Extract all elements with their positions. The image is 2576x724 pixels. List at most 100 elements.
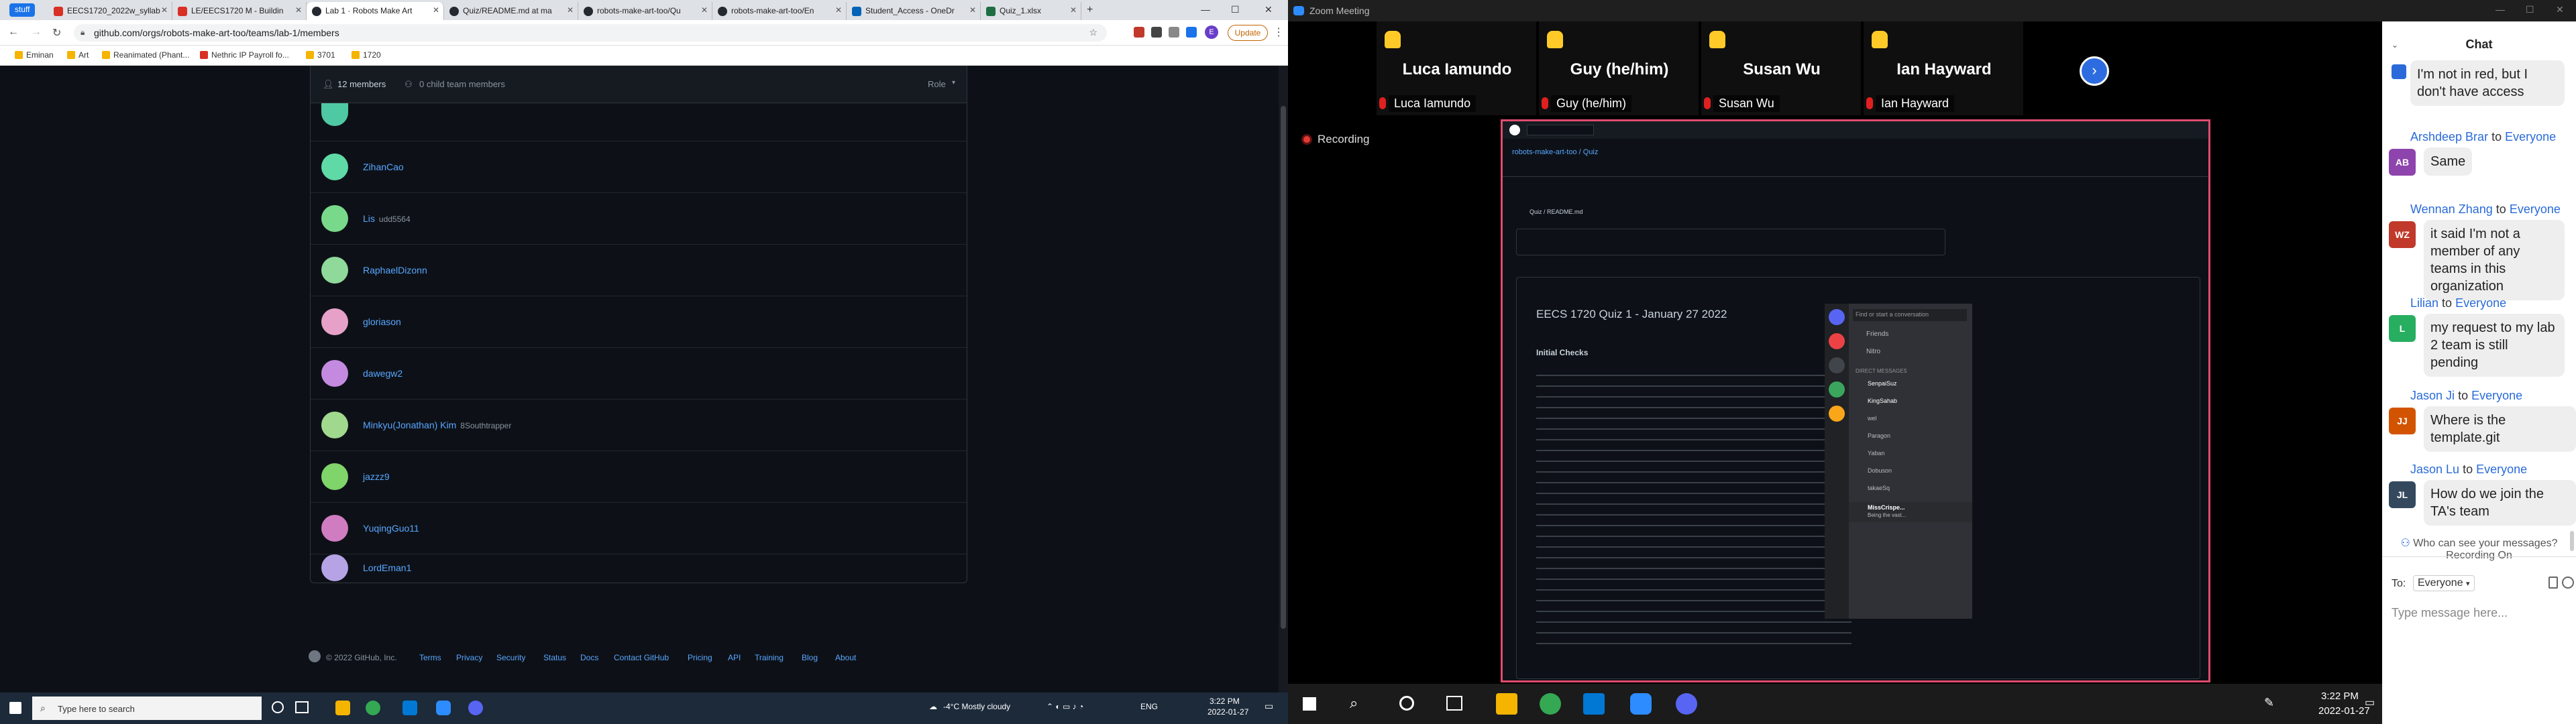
- member-name[interactable]: ZihanCao: [363, 162, 408, 172]
- file-explorer-icon[interactable]: [1496, 693, 1517, 715]
- language-indicator[interactable]: ENG: [1140, 702, 1158, 711]
- members-count[interactable]: 12 members: [337, 79, 386, 89]
- system-tray-icons[interactable]: ⌃ ◐ ▭ ♪ ◔: [1046, 702, 1083, 711]
- clock-date[interactable]: 2022-01-27: [1208, 707, 1248, 717]
- close-window-button[interactable]: ✕: [2556, 4, 2564, 15]
- member-name[interactable]: RaphaelDizonn: [363, 265, 431, 276]
- windows-start-icon[interactable]: [1303, 697, 1316, 711]
- participant-tile[interactable]: Guy (he/him) Guy (he/him): [1539, 21, 1700, 115]
- next-participants-arrow-icon[interactable]: ›: [2080, 56, 2109, 86]
- page-scrollbar[interactable]: [1279, 66, 1288, 692]
- bookmark-item[interactable]: 1720: [352, 50, 381, 60]
- role-filter[interactable]: Role: [928, 79, 946, 89]
- bookmark-item[interactable]: Reanimated (Phant...: [102, 50, 189, 60]
- tab-group-label[interactable]: stuff: [9, 3, 36, 17]
- browser-tab[interactable]: LE/EECS1720 M - Buildin ✕: [172, 2, 307, 20]
- vscode-icon[interactable]: [402, 701, 417, 715]
- browser-tab[interactable]: EECS1720_2022w_syllab ✕: [48, 2, 172, 20]
- browser-tab-active[interactable]: Lab 1 · Robots Make Art ✕: [307, 2, 444, 20]
- task-view-icon[interactable]: [1446, 696, 1462, 711]
- member-name[interactable]: LordEman1: [363, 562, 415, 573]
- extension-icon[interactable]: [1134, 27, 1144, 38]
- bookmark-item[interactable]: Nethric IP Payroll fo...: [200, 50, 289, 60]
- close-icon[interactable]: ✕: [701, 5, 708, 15]
- notifications-icon[interactable]: ▭: [2365, 696, 2375, 709]
- shared-screen[interactable]: robots-make-art-too / Quiz Quiz / README…: [1501, 119, 2210, 682]
- member-name[interactable]: gloriason: [363, 316, 405, 327]
- windows-start-icon[interactable]: [9, 702, 21, 714]
- browser-tab[interactable]: Quiz_1.xlsx ✕: [981, 2, 1081, 20]
- avatar[interactable]: [321, 463, 348, 490]
- close-icon[interactable]: ✕: [969, 5, 976, 15]
- avatar[interactable]: [321, 103, 348, 126]
- discord-icon[interactable]: [468, 701, 483, 715]
- zoom-icon[interactable]: [436, 701, 451, 715]
- cortana-icon[interactable]: [272, 701, 284, 713]
- member-name[interactable]: YuqingGuo11: [363, 523, 423, 534]
- cortana-icon[interactable]: [1399, 696, 1414, 711]
- close-window-button[interactable]: ✕: [1265, 4, 1273, 15]
- clock-time[interactable]: 3:22 PM: [1210, 697, 1240, 706]
- browser-tab[interactable]: Quiz/README.md at ma ✕: [444, 2, 578, 20]
- chat-privacy-note[interactable]: ⚇ Who can see your messages? Recording O…: [2382, 536, 2576, 562]
- minimize-button[interactable]: —: [2496, 4, 2505, 15]
- member-name[interactable]: Minkyu(Jonathan) Kim 8Southtrapper: [363, 420, 511, 430]
- weather-text[interactable]: -4°C Mostly cloudy: [943, 702, 1010, 711]
- bookmark-item[interactable]: 3701: [306, 50, 335, 60]
- extension-icon[interactable]: [1151, 27, 1162, 38]
- avatar[interactable]: [321, 308, 348, 335]
- notifications-icon[interactable]: ▭: [1265, 701, 1273, 712]
- recording-indicator[interactable]: Recording: [1318, 133, 1370, 146]
- file-explorer-icon[interactable]: [335, 701, 350, 715]
- bookmark-item[interactable]: Art: [67, 50, 89, 60]
- recipient-dropdown[interactable]: Everyone ▾: [2413, 575, 2475, 591]
- maximize-button[interactable]: ☐: [1231, 4, 1240, 15]
- footer-link[interactable]: Privacy: [456, 653, 482, 662]
- update-button[interactable]: Update: [1228, 25, 1268, 41]
- footer-link[interactable]: Contact GitHub: [614, 653, 669, 662]
- chrome-icon[interactable]: [1540, 693, 1561, 715]
- menu-icon[interactable]: ⋮: [1273, 25, 1284, 39]
- avatar[interactable]: [321, 205, 348, 232]
- avatar[interactable]: [321, 554, 348, 581]
- footer-link[interactable]: Status: [543, 653, 566, 662]
- footer-link[interactable]: Training: [755, 653, 784, 662]
- member-name[interactable]: Lis udd5564: [363, 213, 411, 224]
- bookmark-item[interactable]: Eminan: [15, 50, 54, 60]
- maximize-button[interactable]: ☐: [2526, 4, 2534, 15]
- file-icon[interactable]: [2548, 577, 2558, 589]
- participant-tile[interactable]: Luca Iamundo Luca Iamundo: [1377, 21, 1538, 115]
- clock-time[interactable]: 3:22 PM: [2321, 690, 2359, 702]
- footer-link[interactable]: Blog: [802, 653, 818, 662]
- close-icon[interactable]: ✕: [161, 5, 168, 15]
- browser-tab[interactable]: robots-make-art-too/En ✕: [712, 2, 847, 20]
- clock-date[interactable]: 2022-01-27: [2318, 705, 2370, 717]
- footer-link[interactable]: Docs: [580, 653, 598, 662]
- profile-avatar[interactable]: E: [1205, 25, 1218, 39]
- vscode-icon[interactable]: [1583, 693, 1605, 715]
- scrollbar-thumb[interactable]: [1281, 106, 1286, 629]
- participant-tile[interactable]: Ian Hayward Ian Hayward: [1864, 21, 2025, 115]
- forward-icon[interactable]: →: [31, 26, 42, 38]
- close-icon[interactable]: ✕: [567, 5, 574, 15]
- chrome-icon[interactable]: [366, 701, 380, 715]
- avatar[interactable]: [321, 257, 348, 284]
- pen-icon[interactable]: ✎: [2264, 696, 2274, 710]
- taskbar-search-box[interactable]: ⌕ Type here to search: [32, 697, 262, 720]
- new-tab-button[interactable]: +: [1087, 4, 1093, 16]
- footer-link[interactable]: About: [835, 653, 856, 662]
- footer-link[interactable]: API: [728, 653, 741, 662]
- child-teams-count[interactable]: 0 child team members: [419, 79, 505, 89]
- emoji-icon[interactable]: [2562, 577, 2574, 589]
- avatar[interactable]: [321, 412, 348, 438]
- close-icon[interactable]: ✕: [1070, 5, 1077, 15]
- avatar[interactable]: [321, 154, 348, 180]
- browser-tab[interactable]: robots-make-art-too/Qu ✕: [578, 2, 712, 20]
- back-icon[interactable]: ←: [8, 26, 19, 38]
- chat-message-input[interactable]: Type message here...: [2392, 606, 2567, 626]
- member-name[interactable]: dawegw2: [363, 368, 407, 379]
- close-icon[interactable]: ✕: [433, 5, 439, 15]
- zoom-icon[interactable]: [1630, 693, 1652, 715]
- puzzle-icon[interactable]: [1169, 27, 1179, 38]
- star-icon[interactable]: ☆: [1089, 27, 1097, 38]
